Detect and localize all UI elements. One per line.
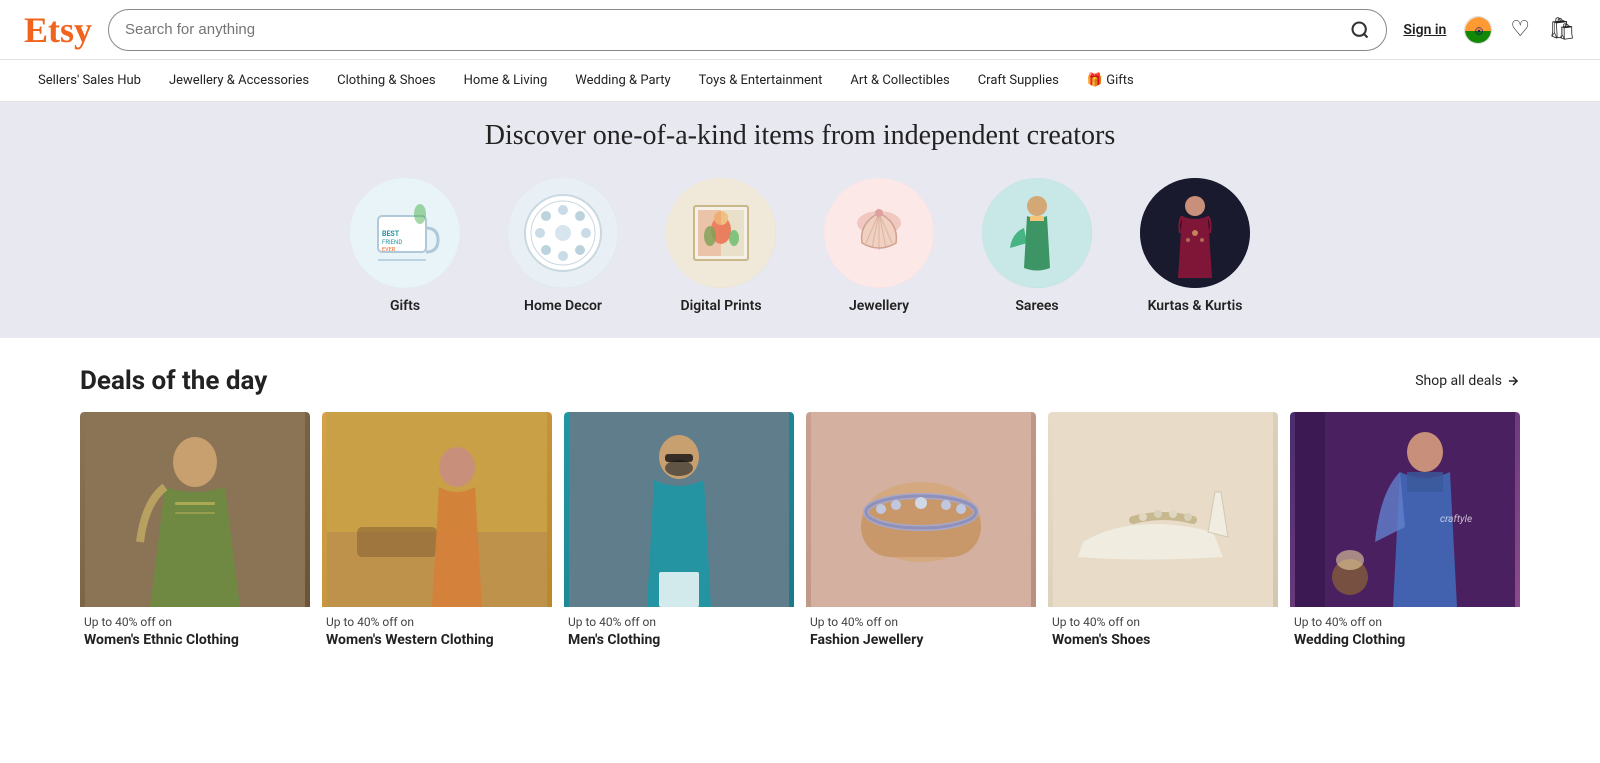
nav-item-gifts[interactable]: 🎁 Gifts bbox=[1073, 60, 1148, 101]
category-label-sarees: Sarees bbox=[1015, 298, 1058, 314]
category-item-kurtas[interactable]: Kurtas & Kurtis bbox=[1140, 178, 1250, 314]
shop-all-deals-label: Shop all deals bbox=[1415, 373, 1502, 389]
deals-title: Deals of the day bbox=[80, 366, 267, 396]
deal-info-womens-ethnic: Up to 40% off on Women's Ethnic Clothing bbox=[80, 607, 310, 653]
category-circle-jewellery bbox=[824, 178, 934, 288]
deals-grid: Up to 40% off on Women's Ethnic Clothing bbox=[80, 412, 1520, 653]
deals-header: Deals of the day Shop all deals bbox=[80, 366, 1520, 396]
deal-info-wedding-clothing: Up to 40% off on Wedding Clothing bbox=[1290, 607, 1520, 653]
deal-discount-womens-shoes: Up to 40% off on bbox=[1052, 615, 1274, 629]
deals-section: Deals of the day Shop all deals bbox=[0, 338, 1600, 653]
search-bar bbox=[108, 9, 1387, 51]
cart-icon[interactable]: 🛍 bbox=[1548, 17, 1576, 42]
search-button[interactable] bbox=[1350, 20, 1370, 40]
nav-item-wedding-party[interactable]: Wedding & Party bbox=[561, 60, 684, 101]
category-item-sarees[interactable]: Sarees bbox=[982, 178, 1092, 314]
category-item-gifts[interactable]: BEST FRIEND EVER Gifts bbox=[350, 178, 460, 314]
deal-name-womens-ethnic: Women's Ethnic Clothing bbox=[84, 631, 306, 649]
deal-info-womens-shoes: Up to 40% off on Women's Shoes bbox=[1048, 607, 1278, 653]
category-circle-sarees bbox=[982, 178, 1092, 288]
header: Etsy Sign in ♡ 🛍 bbox=[0, 0, 1600, 60]
deal-card-fashion-jewellery[interactable]: Up to 40% off on Fashion Jewellery bbox=[806, 412, 1036, 653]
category-item-jewellery[interactable]: Jewellery bbox=[824, 178, 934, 314]
deal-image-mens-clothing bbox=[564, 412, 794, 607]
nav-item-art-collectibles[interactable]: Art & Collectibles bbox=[836, 60, 963, 101]
deal-image-womens-ethnic bbox=[80, 412, 310, 607]
deal-image-womens-shoes bbox=[1048, 412, 1278, 607]
search-input[interactable] bbox=[125, 21, 1350, 38]
deal-info-mens-clothing: Up to 40% off on Men's Clothing bbox=[564, 607, 794, 653]
category-item-home-decor[interactable]: Home Decor bbox=[508, 178, 618, 314]
deal-image-womens-western bbox=[322, 412, 552, 607]
deal-image-fashion-jewellery bbox=[806, 412, 1036, 607]
category-circle-digital-prints bbox=[666, 178, 776, 288]
deal-discount-womens-western: Up to 40% off on bbox=[326, 615, 548, 629]
nav-item-clothing-shoes[interactable]: Clothing & Shoes bbox=[323, 60, 450, 101]
category-circle-gifts: BEST FRIEND EVER bbox=[350, 178, 460, 288]
svg-text:FRIEND: FRIEND bbox=[382, 239, 402, 246]
deal-discount-mens-clothing: Up to 40% off on bbox=[568, 615, 790, 629]
deal-card-wedding-clothing[interactable]: craftyle Up to 40% off on Wedding Clothi… bbox=[1290, 412, 1520, 653]
deal-name-wedding-clothing: Wedding Clothing bbox=[1294, 631, 1516, 649]
wishlist-icon[interactable]: ♡ bbox=[1510, 17, 1530, 42]
deal-name-mens-clothing: Men's Clothing bbox=[568, 631, 790, 649]
category-circle-home-decor bbox=[508, 178, 618, 288]
deal-info-womens-western: Up to 40% off on Women's Western Clothin… bbox=[322, 607, 552, 653]
nav-item-toys-entertainment[interactable]: Toys & Entertainment bbox=[685, 60, 837, 101]
banner-title: Discover one-of-a-kind items from indepe… bbox=[0, 120, 1600, 168]
category-circle-kurtas bbox=[1140, 178, 1250, 288]
deal-name-womens-shoes: Women's Shoes bbox=[1052, 631, 1274, 649]
category-label-jewellery: Jewellery bbox=[849, 298, 909, 314]
banner: Discover one-of-a-kind items from indepe… bbox=[0, 102, 1600, 338]
category-label-digital-prints: Digital Prints bbox=[680, 298, 761, 314]
header-right: Sign in ♡ 🛍 bbox=[1403, 16, 1576, 44]
nav-item-jewellery-accessories[interactable]: Jewellery & Accessories bbox=[155, 60, 323, 101]
deal-card-womens-western[interactable]: Up to 40% off on Women's Western Clothin… bbox=[322, 412, 552, 653]
deal-card-womens-ethnic[interactable]: Up to 40% off on Women's Ethnic Clothing bbox=[80, 412, 310, 653]
deal-info-fashion-jewellery: Up to 40% off on Fashion Jewellery bbox=[806, 607, 1036, 653]
category-label-home-decor: Home Decor bbox=[524, 298, 602, 314]
deal-discount-wedding-clothing: Up to 40% off on bbox=[1294, 615, 1516, 629]
deal-image-wedding-clothing: craftyle bbox=[1290, 412, 1520, 607]
svg-text:craftyle: craftyle bbox=[1440, 513, 1472, 525]
nav-item-home-living[interactable]: Home & Living bbox=[450, 60, 562, 101]
category-label-kurtas: Kurtas & Kurtis bbox=[1148, 298, 1243, 314]
shop-all-deals-link[interactable]: Shop all deals bbox=[1415, 373, 1520, 389]
deal-card-womens-shoes[interactable]: Up to 40% off on Women's Shoes bbox=[1048, 412, 1278, 653]
svg-text:EVER: EVER bbox=[382, 247, 396, 253]
sign-in-link[interactable]: Sign in bbox=[1403, 22, 1446, 38]
categories-section: BEST FRIEND EVER Gifts bbox=[0, 168, 1600, 338]
deal-name-womens-western: Women's Western Clothing bbox=[326, 631, 548, 649]
country-flag[interactable] bbox=[1464, 16, 1492, 44]
nav-item-craft-supplies[interactable]: Craft Supplies bbox=[964, 60, 1073, 101]
deal-name-fashion-jewellery: Fashion Jewellery bbox=[810, 631, 1032, 649]
category-item-digital-prints[interactable]: Digital Prints bbox=[666, 178, 776, 314]
svg-text:BEST: BEST bbox=[382, 230, 400, 238]
nav-item-sellers-sales-hub[interactable]: Sellers' Sales Hub bbox=[24, 60, 155, 101]
etsy-logo[interactable]: Etsy bbox=[24, 9, 92, 51]
deal-card-mens-clothing[interactable]: Up to 40% off on Men's Clothing bbox=[564, 412, 794, 653]
arrow-right-icon bbox=[1506, 374, 1520, 388]
deal-discount-fashion-jewellery: Up to 40% off on bbox=[810, 615, 1032, 629]
deal-discount-womens-ethnic: Up to 40% off on bbox=[84, 615, 306, 629]
main-nav: Sellers' Sales Hub Jewellery & Accessori… bbox=[0, 60, 1600, 102]
category-label-gifts: Gifts bbox=[390, 298, 420, 314]
